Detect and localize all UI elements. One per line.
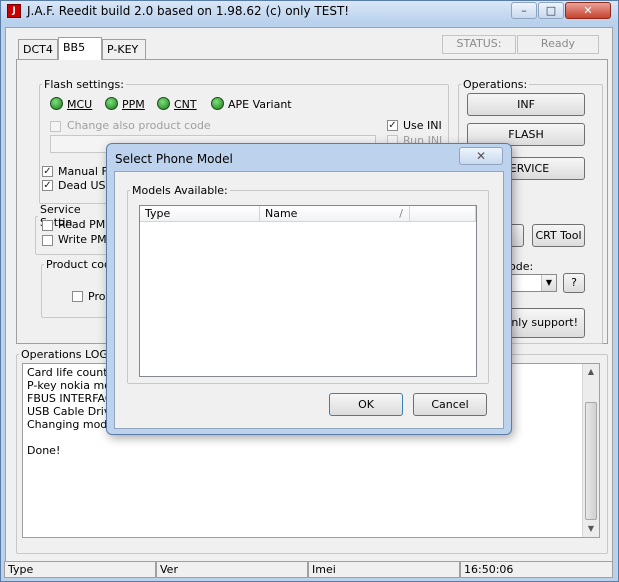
statusbar-imei: Imei	[308, 561, 460, 578]
mcu-led-icon	[50, 97, 63, 110]
scroll-up-icon[interactable]: ▲	[583, 364, 599, 380]
ape-variant-label[interactable]: APE Variant	[228, 98, 292, 111]
help-button[interactable]: ?	[563, 273, 585, 293]
dialog-close-button[interactable]: ✕	[459, 147, 503, 165]
statusbar-ver: Ver	[156, 561, 308, 578]
ok-button[interactable]: OK	[329, 393, 403, 416]
column-header-type[interactable]: Type	[140, 206, 260, 222]
column-header-name-label: Name	[265, 207, 298, 220]
tab-p-key[interactable]: P-KEY	[102, 39, 146, 60]
window-title: J.A.F. Reedit build 2.0 based on 1.98.62…	[27, 4, 350, 18]
app-icon: J	[7, 4, 21, 18]
cancel-button[interactable]: Cancel	[413, 393, 487, 416]
ppm-led-icon	[105, 97, 118, 110]
cnt-label[interactable]: CNT	[174, 98, 197, 111]
read-pm-checkbox[interactable]	[42, 220, 53, 231]
statusbar-type: Type	[4, 561, 156, 578]
minimize-button[interactable]: –	[511, 2, 537, 19]
dialog-title: Select Phone Model	[115, 152, 233, 166]
models-list[interactable]: Type Name /	[139, 205, 477, 377]
product-code-checkbox[interactable]	[72, 291, 83, 302]
use-ini-checkbox[interactable]: ✓	[387, 120, 398, 131]
status-label: STATUS:	[442, 35, 516, 54]
scroll-thumb[interactable]	[585, 402, 597, 520]
tab-bb5[interactable]: BB5	[58, 37, 102, 60]
log-scrollbar[interactable]: ▲ ▼	[582, 364, 599, 537]
sort-indicator-icon: /	[399, 207, 403, 220]
write-pm-label: Write PM	[58, 233, 107, 246]
inf-button[interactable]: INF	[467, 93, 585, 116]
maximize-button[interactable]: □	[538, 2, 564, 19]
dead-usb-checkbox[interactable]: ✓	[42, 180, 53, 191]
read-pm-label: Read PM	[58, 218, 106, 231]
mcu-label[interactable]: MCU	[67, 98, 92, 111]
close-button[interactable]: ✕	[565, 2, 611, 19]
flash-settings-legend: Flash settings:	[44, 78, 124, 91]
chevron-down-icon[interactable]: ▼	[541, 275, 556, 291]
column-header-name[interactable]: Name /	[260, 206, 410, 222]
cnt-led-icon	[157, 97, 170, 110]
change-product-code-checkbox[interactable]	[50, 121, 61, 132]
operations-log-legend: Operations LOG:	[21, 348, 112, 361]
status-value: Ready	[517, 35, 599, 54]
dead-usb-label: Dead USB	[58, 179, 114, 192]
dialog-client-area: Models Available: Type Name / OK Cancel	[114, 171, 504, 429]
statusbar-time: 16:50:06	[460, 561, 613, 578]
column-header-extra[interactable]	[410, 206, 476, 222]
operations-legend: Operations:	[463, 78, 528, 91]
manual-flash-checkbox[interactable]: ✓	[42, 166, 53, 177]
ppm-label[interactable]: PPM	[122, 98, 145, 111]
models-available-legend: Models Available:	[132, 184, 228, 197]
write-pm-checkbox[interactable]	[42, 235, 53, 246]
title-bar[interactable]: J J.A.F. Reedit build 2.0 based on 1.98.…	[1, 1, 618, 21]
crt-tool-button[interactable]: CRT Tool	[532, 224, 585, 247]
log-line: Done!	[27, 444, 61, 457]
mode-label: ode:	[509, 260, 534, 273]
change-product-code-label: Change also product code	[67, 119, 211, 132]
scroll-down-icon[interactable]: ▼	[583, 521, 599, 537]
tab-dct4[interactable]: DCT4	[18, 39, 58, 60]
select-phone-model-dialog: Select Phone Model ✕ Models Available: T…	[106, 143, 512, 435]
use-ini-label: Use INI	[403, 119, 442, 132]
ape-variant-led-icon	[211, 97, 224, 110]
